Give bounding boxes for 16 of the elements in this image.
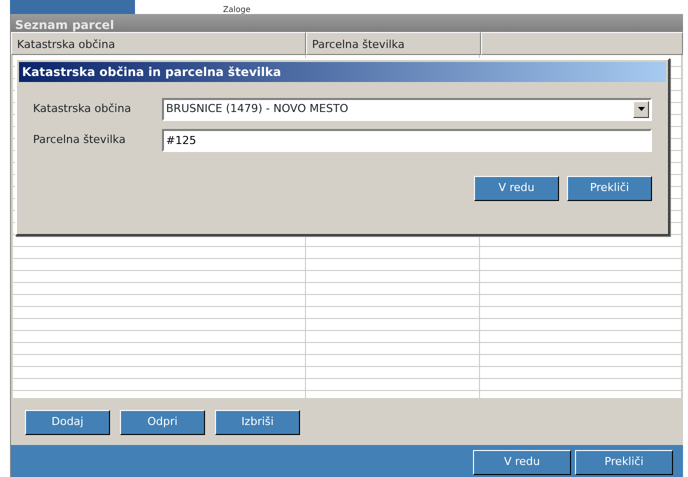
action-button[interactable]: Izbriši [215,410,300,435]
field-label: Parcelna številka [32,132,127,148]
dropdown-field[interactable]: BRUSNICE (1479) - NOVO MESTO [162,98,652,120]
ok-button[interactable]: V redu [473,450,571,475]
input-field[interactable]: #125 [162,128,652,152]
column-header: Parcelna številka [306,32,481,55]
window-title: Seznam parcel [11,14,683,32]
background-label: Zaloge [223,6,250,14]
column-header: Katastrska občina [11,32,306,55]
dialog-title: Katastrska občina in parcelna številka [19,62,666,82]
action-button[interactable]: Odpri [120,410,205,435]
cancel-button[interactable]: Prekliči [567,176,652,200]
action-button[interactable]: Dodaj [25,410,110,435]
ok-button[interactable]: V redu [474,176,559,200]
field-label: Katastrska občina [32,100,132,117]
cancel-button[interactable]: Prekliči [575,450,673,475]
